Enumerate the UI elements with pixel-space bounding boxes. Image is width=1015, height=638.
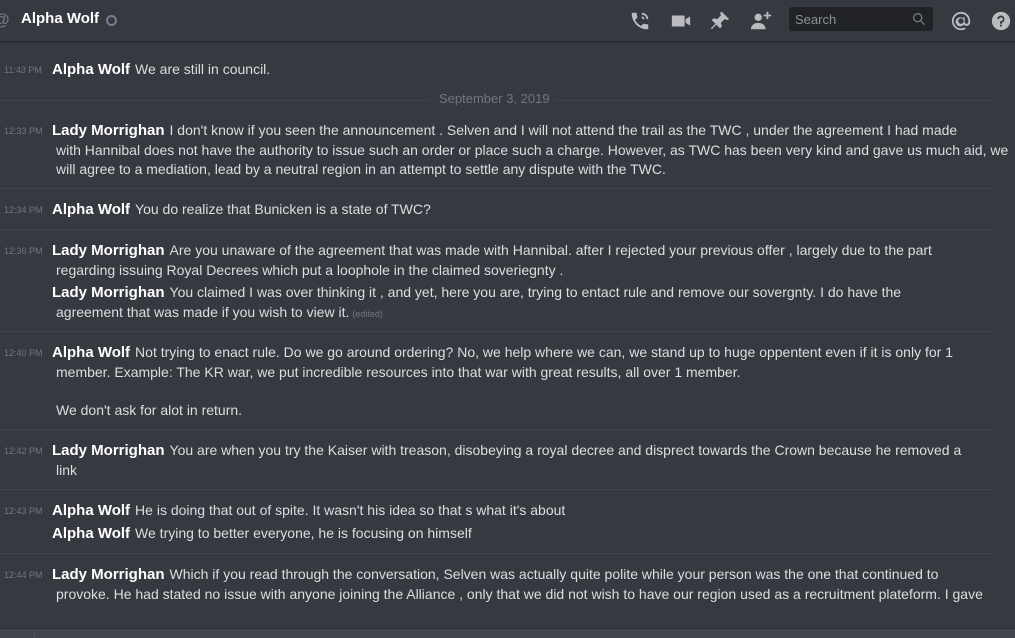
divider-rule xyxy=(0,100,430,101)
message-text: You do realize that Bunicken is a state … xyxy=(135,201,431,217)
message-divider xyxy=(0,429,995,430)
message-text: agreement that was made if you wish to v… xyxy=(56,304,350,320)
message-divider xyxy=(0,553,995,554)
at-icon: @ xyxy=(0,10,10,30)
channel-title: Alpha Wolf xyxy=(21,10,100,27)
video-icon[interactable] xyxy=(670,10,692,32)
message-list[interactable]: 11:43 PM Alpha Wolf We are still in counc… xyxy=(0,44,1015,637)
message-text: member. Example: The KR war, we put incr… xyxy=(56,364,741,380)
message: Alpha Wolf We are still in council. xyxy=(52,60,270,79)
message: Lady Morrighan You claimed I was over thi… xyxy=(52,283,901,302)
message: Lady Morrighan Are you unaware of the agr… xyxy=(52,241,932,260)
message-author[interactable]: Alpha Wolf xyxy=(52,201,130,218)
date-divider-label: September 3, 2019 xyxy=(439,91,550,106)
message-text: regarding issuing Royal Decrees which pu… xyxy=(56,262,564,278)
message-author[interactable]: Lady Morrighan xyxy=(52,442,165,459)
message-text: I don't know if you seen the announcemen… xyxy=(169,122,958,138)
message-text: link xyxy=(56,462,78,478)
message-divider xyxy=(0,229,995,230)
message-author[interactable]: Alpha Wolf xyxy=(52,502,130,519)
message-author[interactable]: Lady Morrighan xyxy=(52,566,165,583)
message-author[interactable]: Lady Morrighan xyxy=(52,242,165,259)
message-timestamp: 12:40 PM xyxy=(4,348,43,358)
message-timestamp: 12:43 PM xyxy=(4,506,43,516)
message: Lady Morrighan Which if you read through … xyxy=(52,565,938,584)
message-timestamp: 12:44 PM xyxy=(4,570,43,580)
message-text: You claimed I was over thinking it , and… xyxy=(169,284,902,300)
message-text: We trying to better everyone, he is focu… xyxy=(135,525,472,541)
message-author[interactable]: Alpha Wolf xyxy=(52,344,130,361)
message-timestamp: 11:43 PM xyxy=(4,65,42,75)
pin-icon[interactable] xyxy=(709,10,731,32)
message: agreement that was made if you wish to v… xyxy=(56,303,383,324)
date-divider: September 3, 2019 xyxy=(0,91,995,106)
search-input[interactable] xyxy=(789,7,921,31)
divider-rule xyxy=(555,100,995,101)
call-icon[interactable] xyxy=(629,10,651,32)
message: Lady Morrighan I don't know if you seen t… xyxy=(52,121,957,140)
add-member-icon[interactable] xyxy=(750,10,772,32)
message-author[interactable]: Lady Morrighan xyxy=(52,284,165,301)
search-icon xyxy=(911,11,927,27)
message-author[interactable]: Lady Morrighan xyxy=(52,122,165,139)
message-text: You are when you try the Kaiser with tre… xyxy=(169,442,962,458)
message-timestamp: 12:33 PM xyxy=(4,126,43,136)
search-bar[interactable] xyxy=(789,7,933,31)
message: Alpha Wolf Not trying to enact rule. Do w… xyxy=(52,343,953,362)
mention-icon[interactable] xyxy=(950,10,972,32)
message-timestamp: 12:42 PM xyxy=(4,446,43,456)
edited-tag: (edited) xyxy=(352,309,383,319)
message-text: Are you unaware of the agreement that wa… xyxy=(169,242,932,258)
message-divider xyxy=(0,331,995,332)
message-divider xyxy=(0,188,995,189)
message-text: Which if you read through the conversati… xyxy=(169,566,939,582)
message-author[interactable]: Alpha Wolf xyxy=(52,525,130,542)
message-text: will agree to a mediation, lead by a neu… xyxy=(56,161,666,177)
message-timestamp: 12:36 PM xyxy=(4,246,43,256)
message: Alpha Wolf You do realize that Bunicken i… xyxy=(52,200,431,219)
message: Alpha Wolf We trying to better everyone, … xyxy=(52,524,472,543)
message-text: provoke. He had stated no issue with any… xyxy=(56,586,983,602)
help-icon[interactable] xyxy=(990,10,1012,32)
message-text: with Hannibal does not have the authorit… xyxy=(56,142,1009,158)
message: Lady Morrighan You are when you try the K… xyxy=(52,441,961,460)
message-text: Not trying to enact rule. Do we go aroun… xyxy=(135,344,953,360)
message-text: We don't ask for alot in return. xyxy=(56,402,243,418)
message-divider xyxy=(0,489,995,490)
offline-status-icon xyxy=(106,15,117,26)
message: Alpha Wolf He is doing that out of spite.… xyxy=(52,501,565,520)
channel-header: @ Alpha Wolf xyxy=(0,0,1015,42)
message-text: We are still in council. xyxy=(135,61,271,77)
message-text: He is doing that out of spite. It wasn't… xyxy=(135,502,566,518)
message-timestamp: 12:34 PM xyxy=(4,205,43,215)
message-author[interactable]: Alpha Wolf xyxy=(52,61,130,78)
